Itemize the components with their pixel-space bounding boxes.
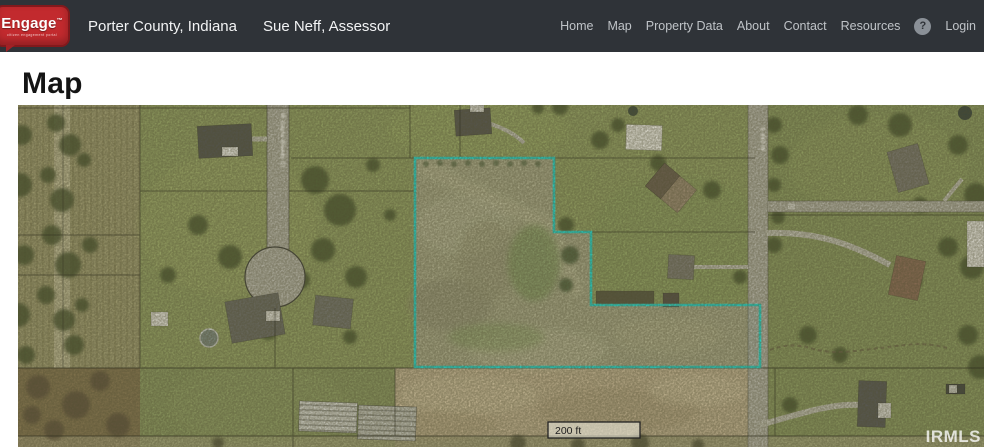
irmls-watermark: IRMLS — [926, 427, 981, 446]
engage-logo-tagline: citizen engagement portal — [7, 33, 57, 37]
help-icon[interactable]: ? — [914, 18, 931, 35]
road-label-right: S 450 W — [759, 127, 765, 152]
aerial-map-image: W Gayla Woods Ct S 450 W 200 ft IRMLS — [18, 105, 984, 447]
nav-resources[interactable]: Resources — [841, 19, 901, 33]
engage-logo-text: Engage™ — [1, 16, 63, 31]
nav-login[interactable]: Login — [945, 19, 976, 33]
road-label-left: W Gayla Woods Ct — [279, 113, 285, 168]
main-nav: Home Map Property Data About Contact Res… — [560, 18, 976, 35]
nav-map[interactable]: Map — [607, 19, 631, 33]
photo-grain — [18, 105, 984, 447]
page: Engage™ citizen engagement portal Porter… — [0, 0, 984, 447]
county-name: Porter County, Indiana — [88, 18, 237, 35]
engage-logo[interactable]: Engage™ citizen engagement portal — [0, 5, 70, 47]
top-navbar: Engage™ citizen engagement portal Porter… — [0, 0, 984, 52]
nav-about[interactable]: About — [737, 19, 770, 33]
scale-bar-label: 200 ft — [555, 425, 581, 437]
scale-bar: 200 ft — [548, 422, 640, 438]
page-title: Map — [22, 67, 984, 100]
nav-property-data[interactable]: Property Data — [646, 19, 723, 33]
nav-home[interactable]: Home — [560, 19, 593, 33]
nav-contact[interactable]: Contact — [784, 19, 827, 33]
map-viewport[interactable]: W Gayla Woods Ct S 450 W 200 ft IRMLS — [18, 105, 984, 447]
assessor-name: Sue Neff, Assessor — [263, 18, 390, 35]
